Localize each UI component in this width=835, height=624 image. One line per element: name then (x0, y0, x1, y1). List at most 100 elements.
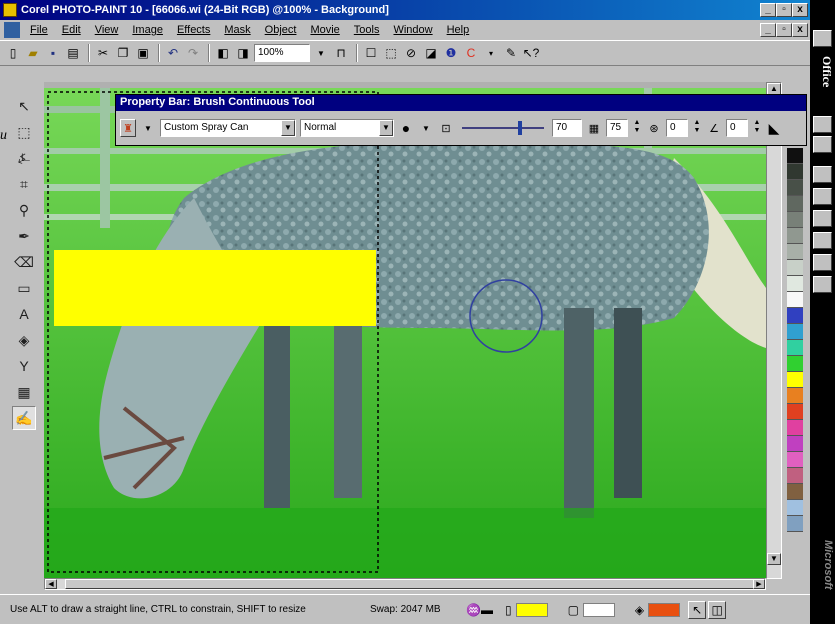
menu-image[interactable]: Image (132, 24, 163, 36)
palette-swatch[interactable] (787, 164, 803, 180)
palette-swatch[interactable] (787, 340, 803, 356)
palette-swatch[interactable] (787, 276, 803, 292)
palette-swatch[interactable] (787, 420, 803, 436)
ruler-icon[interactable]: ⊓ (332, 44, 350, 62)
zoom-dropdown-icon[interactable]: ▼ (312, 44, 330, 62)
mask-transform-icon[interactable]: ⍼ (12, 146, 36, 170)
object-icon[interactable]: ◪ (422, 44, 440, 62)
vertical-scrollbar[interactable]: ▲ ▼ (766, 82, 782, 579)
eraser-tool-icon[interactable]: ⌫ (12, 250, 36, 274)
scroll-right-button[interactable]: ▶ (753, 579, 765, 589)
palette-swatch[interactable] (787, 452, 803, 468)
palette-swatch[interactable] (787, 244, 803, 260)
menu-tools[interactable]: Tools (354, 24, 380, 36)
palette-swatch[interactable] (787, 260, 803, 276)
property-bar-title[interactable]: Property Bar: Brush Continuous Tool (116, 95, 806, 111)
menu-file[interactable]: File (30, 24, 48, 36)
rotate-spinner[interactable]: ▲ ▼ (692, 119, 702, 137)
clone-tool-icon[interactable]: ▦ (12, 380, 36, 404)
maximize-button[interactable]: ▫ (776, 3, 792, 17)
palette-swatch[interactable] (787, 324, 803, 340)
view-mode-icon[interactable]: ◫ (708, 600, 727, 619)
new-icon[interactable]: ▯ (4, 44, 22, 62)
menu-movie[interactable]: Movie (310, 24, 339, 36)
info-icon[interactable]: ❶ (442, 44, 460, 62)
office-app-button[interactable] (813, 254, 832, 271)
palette-swatch[interactable] (787, 436, 803, 452)
palette-swatch[interactable] (787, 516, 803, 532)
palette-swatch[interactable] (787, 388, 803, 404)
fill-color-swatch[interactable] (648, 602, 681, 617)
scroll-down-button[interactable]: ▼ (767, 553, 781, 565)
zoom-tool-icon[interactable]: ⚲ (12, 198, 36, 222)
palette-swatch[interactable] (787, 372, 803, 388)
doc-close-button[interactable]: x (792, 23, 808, 37)
close-button[interactable]: x (792, 3, 808, 17)
cut-icon[interactable]: ✂ (94, 44, 112, 62)
palette-swatch[interactable] (787, 484, 803, 500)
import-icon[interactable]: ◧ (214, 44, 232, 62)
copy-icon[interactable]: ❐ (114, 44, 132, 62)
undo-icon[interactable]: ↶ (164, 44, 182, 62)
office-app-button[interactable] (813, 210, 832, 227)
doc-maximize-button[interactable]: ▫ (776, 23, 792, 37)
office-app-button[interactable] (813, 276, 832, 293)
brush-preset-dropdown-icon[interactable]: ▼ (140, 119, 156, 137)
fill-tool-icon[interactable]: ◈ (12, 328, 36, 352)
menu-object[interactable]: Object (265, 24, 297, 36)
office-app-button[interactable] (813, 232, 832, 249)
menu-edit[interactable]: Edit (62, 24, 81, 36)
print-icon[interactable]: ▤ (64, 44, 82, 62)
paper-color-swatch[interactable] (582, 602, 615, 617)
transparency-spinner[interactable]: ▲ ▼ (632, 119, 642, 137)
flatten-field[interactable]: 0 (726, 119, 748, 137)
scroll-thumb[interactable] (65, 579, 755, 589)
eyedropper-tool-icon[interactable]: ✒ (12, 224, 36, 248)
corel-logo-icon[interactable]: C (462, 44, 480, 62)
zoom-field[interactable]: 100% (254, 44, 310, 62)
chevron-down-icon[interactable]: ▼ (281, 120, 295, 136)
app-icon[interactable] (3, 3, 17, 17)
paste-icon[interactable]: ▣ (134, 44, 152, 62)
nib-dropdown-icon[interactable]: ▼ (418, 119, 434, 137)
whats-this-icon[interactable]: ↖? (522, 44, 540, 62)
brush-type-select[interactable]: Custom Spray Can ▼ (160, 119, 296, 137)
palette-swatch[interactable] (787, 148, 803, 164)
palette-swatch[interactable] (787, 228, 803, 244)
menu-window[interactable]: Window (393, 24, 432, 36)
office-app-button[interactable] (813, 116, 832, 133)
nib-shape-icon[interactable]: ● (398, 119, 414, 137)
mask-tool-icon[interactable]: ⬚ (12, 120, 36, 144)
palette-swatch[interactable] (787, 308, 803, 324)
brush-tool-icon[interactable]: ✍ (12, 406, 36, 430)
mask-rect-icon[interactable]: ☐ (362, 44, 380, 62)
palette-swatch[interactable] (787, 212, 803, 228)
palette-swatch[interactable] (787, 196, 803, 212)
merge-mode-select[interactable]: Normal ▼ (300, 119, 394, 137)
menu-help[interactable]: Help (447, 24, 470, 36)
menu-effects[interactable]: Effects (177, 24, 210, 36)
office-app-button[interactable] (813, 136, 832, 153)
office-app-button[interactable] (813, 188, 832, 205)
chevron-down-icon[interactable]: ▼ (379, 120, 393, 136)
doc-minimize-button[interactable]: _ (760, 23, 776, 37)
palette-swatch[interactable] (787, 180, 803, 196)
office-app-button[interactable] (813, 166, 832, 183)
open-icon[interactable]: ▰ (24, 44, 42, 62)
rectangle-tool-icon[interactable]: ▭ (12, 276, 36, 300)
menu-mask[interactable]: Mask (224, 24, 250, 36)
paint-color-swatch[interactable] (515, 602, 548, 617)
office-shortcut-button[interactable] (813, 30, 832, 47)
document-icon[interactable] (4, 22, 20, 38)
effect-tool-icon[interactable]: Y (12, 354, 36, 378)
pointer-mode-icon[interactable]: ↖ (688, 600, 707, 619)
application-launcher-icon[interactable]: ▾ (482, 44, 500, 62)
save-icon[interactable]: ▪ (44, 44, 62, 62)
mask-marquee-icon[interactable]: ⬚ (382, 44, 400, 62)
tools-icon[interactable]: ✎ (502, 44, 520, 62)
scroll-left-button[interactable]: ◀ (45, 579, 57, 589)
image-canvas[interactable] (44, 88, 766, 578)
pick-tool-icon[interactable]: ↖ (12, 94, 36, 118)
palette-swatch[interactable] (787, 292, 803, 308)
palette-swatch[interactable] (787, 500, 803, 516)
